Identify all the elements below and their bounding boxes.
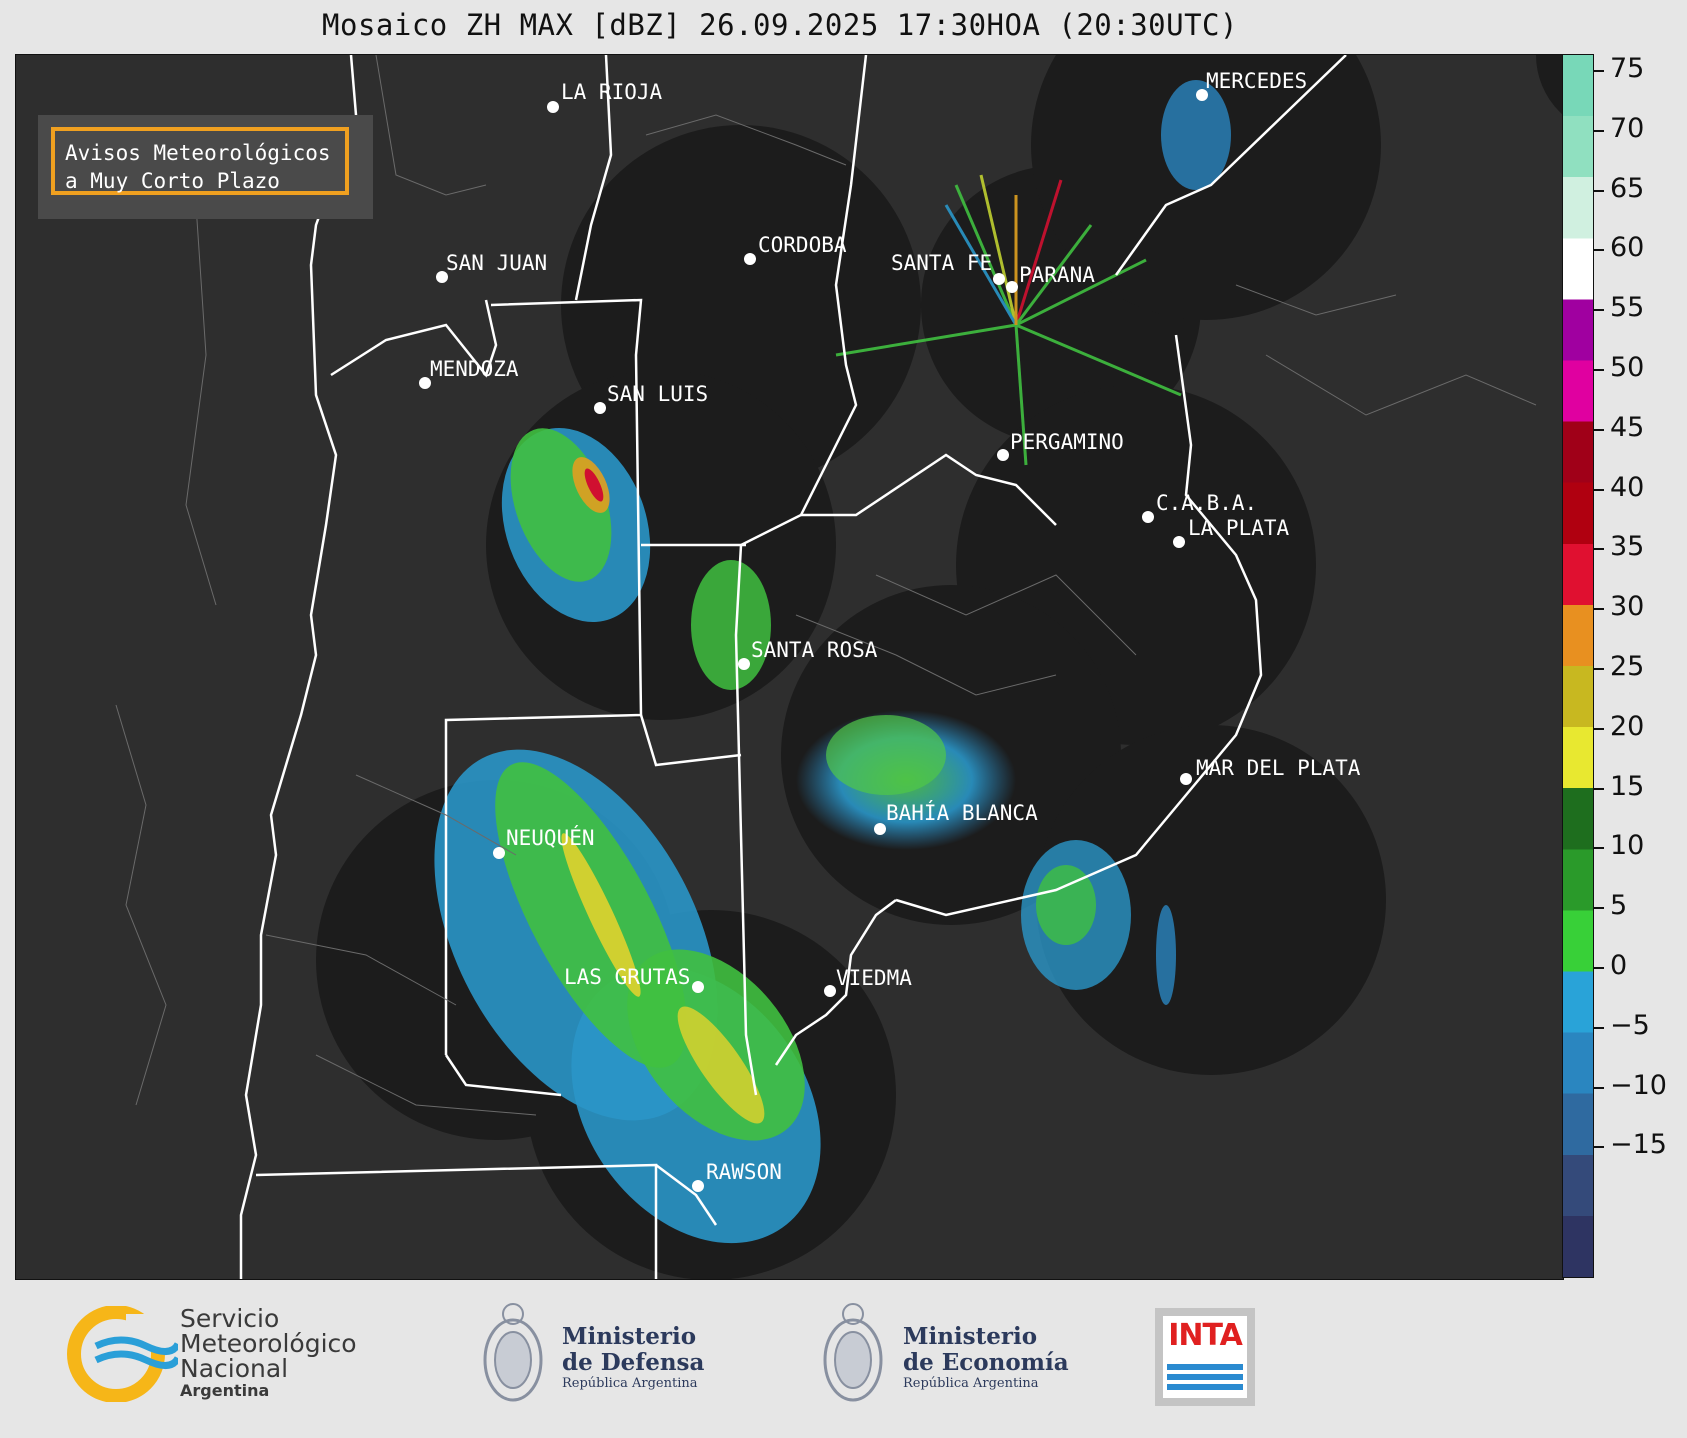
city-label-pergamino: PERGAMINO — [1010, 430, 1124, 454]
colorbar-tick-label: 10 — [1610, 830, 1645, 862]
colorbar-tick-label: −10 — [1610, 1069, 1667, 1101]
city-marker — [493, 847, 505, 859]
colorbar-tick — [1594, 309, 1604, 312]
map-title: Mosaico ZH MAX [dBZ] 26.09.2025 17:30HOA… — [322, 8, 1238, 42]
city-marker — [874, 823, 886, 835]
colorbar-tick — [1594, 129, 1604, 132]
colorbar-tick-label: 35 — [1610, 531, 1645, 563]
smn-line-4: Argentina — [180, 1381, 270, 1400]
city-marker — [1180, 773, 1192, 785]
colorbar-tick — [1594, 428, 1604, 431]
city-marker — [993, 273, 1005, 285]
city-label-bahia-blanca: BAHÍA BLANCA — [886, 801, 1038, 825]
city-marker — [1142, 511, 1154, 523]
city-label-mendoza: MENDOZA — [430, 357, 519, 381]
city-marker — [547, 101, 559, 113]
city-marker — [738, 658, 750, 670]
colorbar-tick — [1594, 1086, 1604, 1089]
radar-coverage — [316, 55, 1563, 1279]
colorbar-tick — [1594, 369, 1604, 371]
city-label-san-luis: SAN LUIS — [607, 382, 709, 406]
colorbar-tick — [1594, 1146, 1604, 1149]
colorbar-tick — [1594, 727, 1604, 730]
footer: Servicio Meteorológico Nacional Argentin… — [0, 1280, 1687, 1438]
coat-of-arms-icon — [823, 1303, 883, 1402]
economia-line-2: de Economía — [903, 1349, 1069, 1376]
city-marker — [594, 402, 606, 414]
city-label-mar-del-plata: MAR DEL PLATA — [1196, 756, 1361, 780]
economia-text: Ministerio de Economía República Argenti… — [903, 1324, 1069, 1392]
smn-line-1: Servicio — [180, 1304, 280, 1333]
smn-line-2: Meteorológico — [180, 1329, 357, 1358]
city-label-caba: C.A.B.A. — [1156, 491, 1258, 515]
city-label-santa-fe: SANTA FE — [891, 251, 993, 275]
city-marker — [997, 449, 1009, 461]
city-marker — [1173, 536, 1185, 548]
colorbar-tick — [1594, 847, 1604, 850]
city-label-la-rioja: LA RIOJA — [561, 80, 663, 104]
colorbar-tick — [1594, 70, 1604, 72]
defensa-line-1: Ministerio — [562, 1323, 697, 1350]
colorbar-tick-label: 0 — [1610, 950, 1628, 981]
smn-line-3: Nacional — [180, 1354, 289, 1383]
colorbar-tick-label: 20 — [1610, 710, 1645, 742]
colorbar-tick — [1594, 189, 1604, 192]
colorbar-tick-label: 60 — [1610, 232, 1645, 264]
colorbar-tick — [1594, 488, 1604, 491]
city-marker — [744, 253, 756, 265]
colorbar-tick-label: 50 — [1610, 352, 1645, 383]
city-marker — [692, 981, 704, 993]
colorbar-tick-label: 70 — [1610, 112, 1645, 144]
city-label-santa-rosa: SANTA ROSA — [751, 638, 878, 662]
city-marker — [1006, 281, 1018, 293]
city-label-viedma: VIEDMA — [836, 966, 912, 990]
colorbar-tick-label: 55 — [1610, 292, 1645, 324]
notice-line-2: a Muy Corto Plazo — [65, 169, 280, 193]
colorbar-tick-label: 45 — [1610, 411, 1645, 443]
city-label-cordoba: CORDOBA — [758, 233, 847, 257]
colorbar-tick — [1594, 967, 1604, 969]
city-label-parana: PARANA — [1019, 263, 1095, 287]
colorbar-tick-label: 5 — [1610, 890, 1628, 922]
coat-of-arms-icon — [483, 1303, 543, 1402]
colorbar-tick — [1594, 608, 1604, 611]
defensa-line-2: de Defensa — [562, 1349, 705, 1376]
defensa-text: Ministerio de Defensa República Argentin… — [562, 1324, 704, 1392]
inta-logo: INTA — [1155, 1308, 1255, 1406]
defensa-line-3: República Argentina — [562, 1376, 698, 1391]
radar-map[interactable]: Avisos Meteorológicos a Muy Corto Plazo … — [15, 54, 1564, 1280]
colorbar-tick — [1594, 548, 1604, 551]
colorbar-tick-label: −15 — [1610, 1129, 1667, 1161]
colorbar-tick — [1594, 1026, 1604, 1029]
economia-line-1: Ministerio — [903, 1323, 1038, 1350]
colorbar-tick-label: 25 — [1610, 651, 1645, 682]
colorbar-tick-label: 75 — [1610, 53, 1645, 84]
city-marker — [824, 985, 836, 997]
economia-line-3: República Argentina — [903, 1376, 1039, 1391]
colorbar-tick-label: 65 — [1610, 172, 1645, 204]
colorbar — [1562, 54, 1594, 1278]
colorbar-tick-label: −5 — [1610, 1009, 1650, 1041]
colorbar-tick — [1594, 907, 1604, 910]
city-label-las-grutas: LAS GRUTAS — [564, 965, 691, 989]
colorbar-tick-label: 40 — [1610, 471, 1645, 503]
city-marker — [692, 1180, 704, 1192]
smn-logo-icon — [67, 1306, 178, 1402]
inta-logo-text: INTA — [1168, 1318, 1243, 1353]
city-label-la-plata: LA PLATA — [1188, 516, 1290, 540]
colorbar-tick — [1594, 787, 1604, 790]
notice-panel: Avisos Meteorológicos a Muy Corto Plazo — [38, 115, 373, 219]
colorbar-tick-label: 30 — [1610, 591, 1645, 623]
colorbar-tick — [1594, 668, 1604, 670]
colorbar-tick — [1594, 249, 1604, 252]
notice-box: Avisos Meteorológicos a Muy Corto Plazo — [51, 127, 349, 195]
notice-line-1: Avisos Meteorológicos — [65, 141, 331, 165]
city-label-neuquen: NEUQUÉN — [506, 826, 595, 850]
city-label-san-juan: SAN JUAN — [446, 251, 548, 275]
city-label-rawson: RAWSON — [706, 1160, 782, 1184]
city-label-mercedes: MERCEDES — [1206, 69, 1308, 93]
smn-text: Servicio Meteorológico Nacional Argentin… — [180, 1306, 357, 1401]
colorbar-tick-label: 15 — [1610, 770, 1645, 802]
